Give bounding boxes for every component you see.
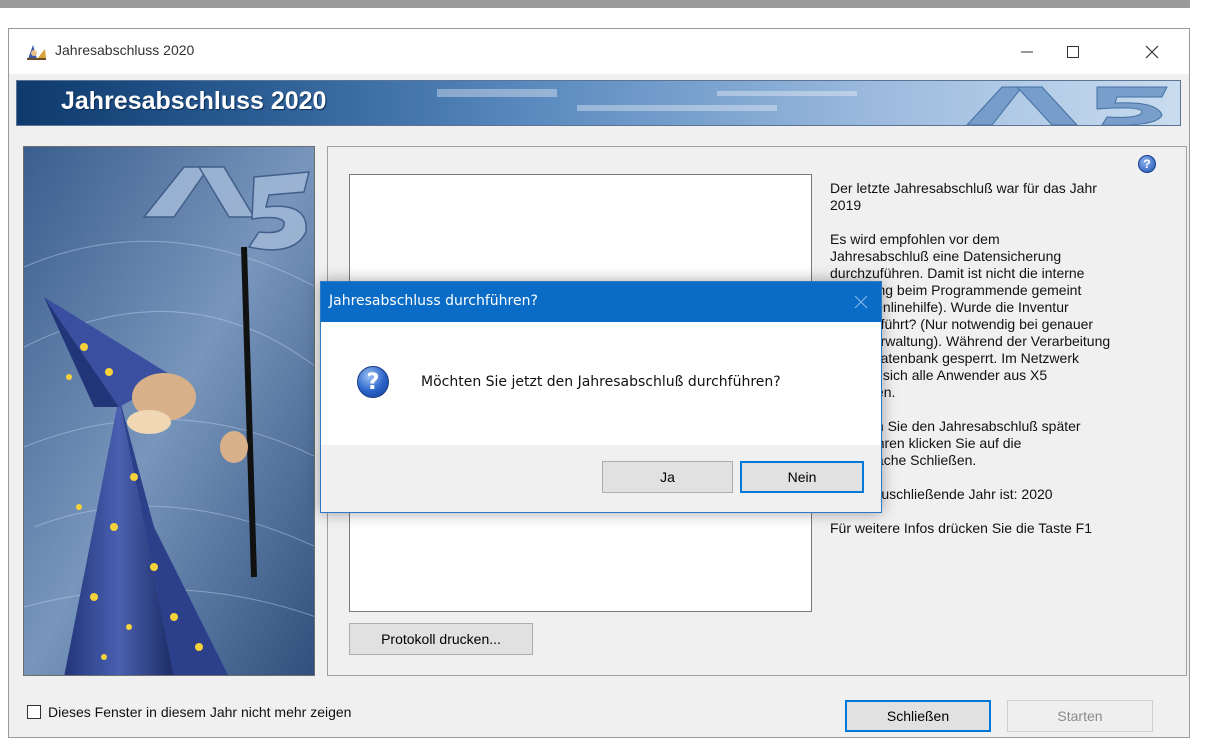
dialog-title: Jahresabschluss durchführen? xyxy=(329,293,538,309)
no-button[interactable]: Nein xyxy=(740,461,864,493)
dont-show-again-checkbox[interactable] xyxy=(27,705,41,719)
desktop-background-right xyxy=(1190,0,1214,749)
dialog-close-button[interactable] xyxy=(849,290,873,314)
print-protocol-button[interactable]: Protokoll drucken... xyxy=(349,623,533,655)
print-protocol-label: Protokoll drucken... xyxy=(381,631,501,647)
close-icon xyxy=(854,295,868,309)
dont-show-again-row[interactable]: Dieses Fenster in diesem Jahr nicht mehr… xyxy=(27,704,351,720)
dialog-body: ? Möchten Sie jetzt den Jahresabschluß d… xyxy=(321,322,881,445)
maximize-button[interactable] xyxy=(1050,29,1096,74)
no-button-label: Nein xyxy=(787,469,817,485)
close-icon xyxy=(1145,45,1159,58)
yes-button[interactable]: Ja xyxy=(602,461,733,493)
close-button[interactable]: Schließen xyxy=(845,700,991,732)
title-bar: Jahresabschluss 2020 xyxy=(9,29,1189,74)
banner-title: Jahresabschluss 2020 xyxy=(61,87,327,115)
minimize-icon xyxy=(1021,51,1033,52)
close-button-label: Schließen xyxy=(886,708,950,724)
confirm-dialog: Jahresabschluss durchführen? ? Möchten S… xyxy=(320,281,882,513)
yes-button-label: Ja xyxy=(660,469,675,485)
maximize-icon xyxy=(1067,45,1079,58)
question-icon[interactable]: ? xyxy=(1138,155,1156,173)
question-icon: ? xyxy=(357,366,389,398)
start-button[interactable]: Starten xyxy=(1007,700,1153,732)
minimize-button[interactable] xyxy=(1004,29,1050,74)
dialog-footer: Ja Nein xyxy=(321,445,881,512)
wizard-image xyxy=(24,147,314,675)
dialog-message: Möchten Sie jetzt den Jahresabschluß dur… xyxy=(421,374,781,390)
start-button-label: Starten xyxy=(1057,708,1103,724)
dont-show-again-label: Dieses Fenster in diesem Jahr nicht mehr… xyxy=(48,704,352,720)
header-banner: Jahresabschluss 2020 xyxy=(16,80,1181,126)
close-window-button[interactable] xyxy=(1129,29,1175,74)
desktop-background xyxy=(0,0,1214,8)
info-f1: Für weitere Infos drücken Sie die Taste … xyxy=(830,520,1092,536)
info-last-closing: Der letzte Jahresabschluß war für das Ja… xyxy=(830,180,1097,213)
wizard-illustration xyxy=(23,146,315,676)
dialog-title-bar: Jahresabschluss durchführen? xyxy=(321,282,881,322)
window-title: Jahresabschluss 2020 xyxy=(55,42,195,58)
wizard-app-icon xyxy=(27,45,46,60)
